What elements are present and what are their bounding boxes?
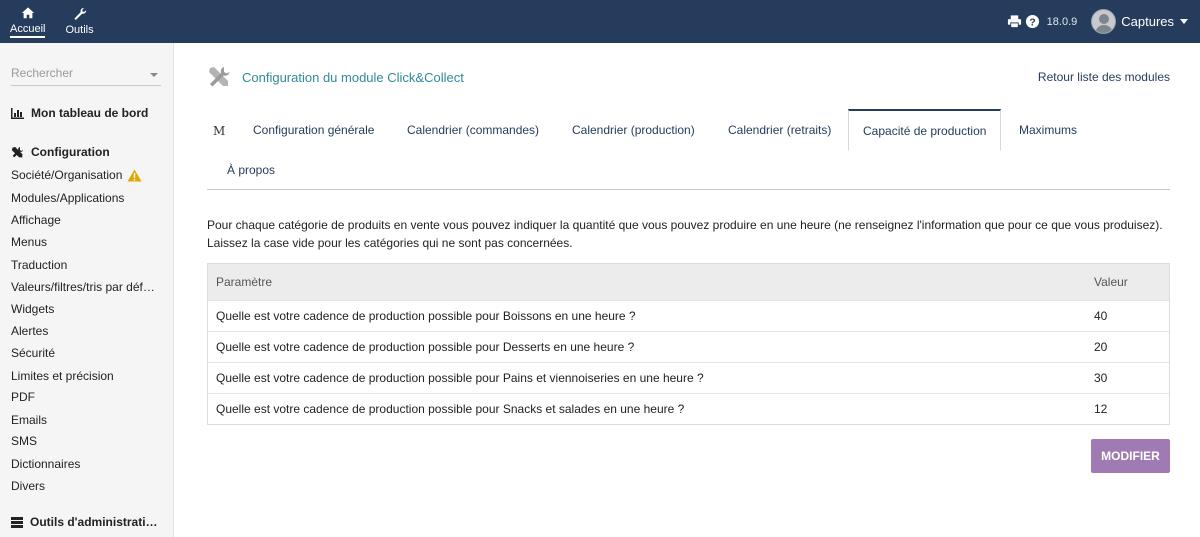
main-content: Configuration du module Click&Collect Re… (174, 43, 1200, 537)
capacity-table: Paramètre Valeur Quelle est votre cadenc… (207, 263, 1170, 425)
tab-capacite-production[interactable]: Capacité de production (848, 109, 1002, 151)
nav-tools-label: Outils (65, 24, 94, 36)
svg-text:?: ? (1029, 17, 1035, 28)
sidebar-item-label: Limites et précision (11, 369, 114, 383)
table-row: Quelle est votre cadence de production p… (208, 393, 1169, 424)
tab-calendrier-commandes[interactable]: Calendrier (commandes) (393, 109, 553, 150)
sidebar-item-securite[interactable]: Sécurité (11, 346, 55, 360)
value-cell: 12 (1094, 402, 1108, 416)
sidebar-item-label: Emails (11, 413, 48, 427)
table-header-row: Paramètre Valeur (208, 264, 1169, 300)
value-cell: 20 (1094, 340, 1108, 354)
top-right-tools: ? 18.0.9 Captures (1007, 0, 1200, 43)
sidebar-admin-tools-label: Outils d'administrati… (30, 515, 158, 529)
print-icon[interactable] (1007, 14, 1022, 29)
wrench-icon (74, 8, 86, 20)
sidebar-item-limites[interactable]: Limites et précision (11, 369, 114, 383)
modify-button[interactable]: MODIFIER (1091, 439, 1170, 473)
chevron-down-icon (150, 73, 158, 77)
nav-home-label: Accueil (10, 23, 46, 38)
sidebar-item-label: Alertes (11, 324, 49, 338)
param-cell: Quelle est votre cadence de production p… (216, 340, 635, 354)
column-header-parametre: Paramètre (216, 275, 273, 289)
column-header-valeur: Valeur (1094, 275, 1128, 289)
sidebar-item-label: Traduction (11, 258, 68, 272)
tab-bar: M Configuration générale Calendrier (com… (207, 109, 1170, 190)
tools-icon (209, 67, 230, 87)
warning-icon (127, 169, 142, 181)
sidebar-item-label: PDF (11, 390, 35, 404)
tab-label: Capacité de production (863, 123, 987, 138)
sidebar-item-label: Société/Organisation (11, 168, 123, 182)
sidebar-item-emails[interactable]: Emails (11, 413, 47, 427)
server-icon (11, 516, 23, 528)
table-row: Quelle est votre cadence de production p… (208, 331, 1169, 362)
tab-configuration-generale[interactable]: Configuration générale (239, 109, 388, 150)
param-cell: Quelle est votre cadence de production p… (216, 309, 636, 323)
sidebar-item-widgets[interactable]: Widgets (11, 302, 54, 316)
tab-label: À propos (227, 162, 276, 177)
sidebar: Rechercher Mon tableau de bord Configura… (0, 43, 174, 537)
value-cell: 40 (1094, 309, 1108, 323)
top-bar: Accueil Outils ? 18.0.9 Captures (0, 0, 1200, 43)
value-cell: 30 (1094, 371, 1108, 385)
help-icon[interactable]: ? (1025, 14, 1040, 29)
sidebar-item-label: Widgets (11, 302, 55, 316)
table-row: Quelle est votre cadence de production p… (208, 300, 1169, 331)
tab-maximums[interactable]: Maximums (1005, 109, 1091, 150)
sidebar-item-dashboard[interactable]: Mon tableau de bord (11, 106, 148, 120)
table-row: Quelle est votre cadence de production p… (208, 362, 1169, 393)
sidebar-item-admin-tools[interactable]: Outils d'administrati… (11, 515, 158, 529)
nav-tools[interactable]: Outils (55, 0, 103, 43)
sidebar-item-affichage[interactable]: Affichage (11, 213, 61, 227)
tab-prefix-label: M (213, 124, 226, 138)
chart-icon (11, 107, 24, 119)
sidebar-item-configuration[interactable]: Configuration (11, 145, 110, 159)
tab-label: Configuration générale (253, 122, 375, 137)
sidebar-item-label: Divers (11, 479, 46, 493)
tab-a-propos[interactable]: À propos (213, 149, 289, 190)
tab-calendrier-production[interactable]: Calendrier (production) (558, 109, 709, 150)
avatar[interactable] (1091, 9, 1117, 34)
sidebar-item-label: Menus (11, 235, 48, 249)
tools-icon (11, 146, 24, 157)
sidebar-item-label: Valeurs/filtres/tris par déf… (11, 280, 155, 294)
back-to-modules-link[interactable]: Retour liste des modules (1038, 70, 1170, 84)
tab-label: Calendrier (retraits) (728, 122, 832, 137)
sidebar-item-traduction[interactable]: Traduction (11, 258, 67, 272)
tab-calendrier-retraits[interactable]: Calendrier (retraits) (714, 109, 845, 150)
user-name[interactable]: Captures (1121, 14, 1174, 29)
sidebar-item-dictionnaires[interactable]: Dictionnaires (11, 457, 80, 471)
param-cell: Quelle est votre cadence de production p… (216, 371, 704, 385)
search-placeholder: Rechercher (11, 66, 74, 80)
sidebar-item-pdf[interactable]: PDF (11, 390, 35, 404)
sidebar-item-valeurs[interactable]: Valeurs/filtres/tris par déf… (11, 280, 155, 294)
nav-home[interactable]: Accueil (0, 0, 55, 43)
tab-label: Maximums (1019, 122, 1078, 137)
top-nav: Accueil Outils (0, 0, 104, 43)
sidebar-item-label: Modules/Applications (11, 191, 125, 205)
sidebar-item-modules[interactable]: Modules/Applications (11, 191, 124, 205)
sidebar-item-label: Sécurité (11, 346, 56, 360)
sidebar-item-label: SMS (11, 434, 38, 448)
home-icon (21, 6, 34, 18)
tab-label: Calendrier (production) (572, 122, 695, 137)
sidebar-dashboard-label: Mon tableau de bord (31, 106, 149, 120)
sidebar-item-label: Dictionnaires (11, 457, 81, 471)
sidebar-item-label: Affichage (11, 213, 61, 227)
sidebar-item-alertes[interactable]: Alertes (11, 324, 48, 338)
intro-text: Pour chaque catégorie de produits en ven… (207, 218, 1163, 250)
page-title: Configuration du module Click&Collect (242, 70, 464, 85)
sidebar-configuration-label: Configuration (31, 145, 110, 159)
search-input[interactable]: Rechercher (11, 64, 161, 86)
sidebar-item-menus[interactable]: Menus (11, 235, 47, 249)
version-label: 18.0.9 (1046, 15, 1078, 28)
sidebar-item-societe[interactable]: Société/Organisation (11, 168, 142, 182)
param-cell: Quelle est votre cadence de production p… (216, 402, 685, 416)
chevron-down-icon[interactable] (1180, 19, 1188, 24)
sidebar-item-sms[interactable]: SMS (11, 434, 37, 448)
tab-label: Calendrier (commandes) (407, 122, 540, 137)
sidebar-item-divers[interactable]: Divers (11, 479, 45, 493)
